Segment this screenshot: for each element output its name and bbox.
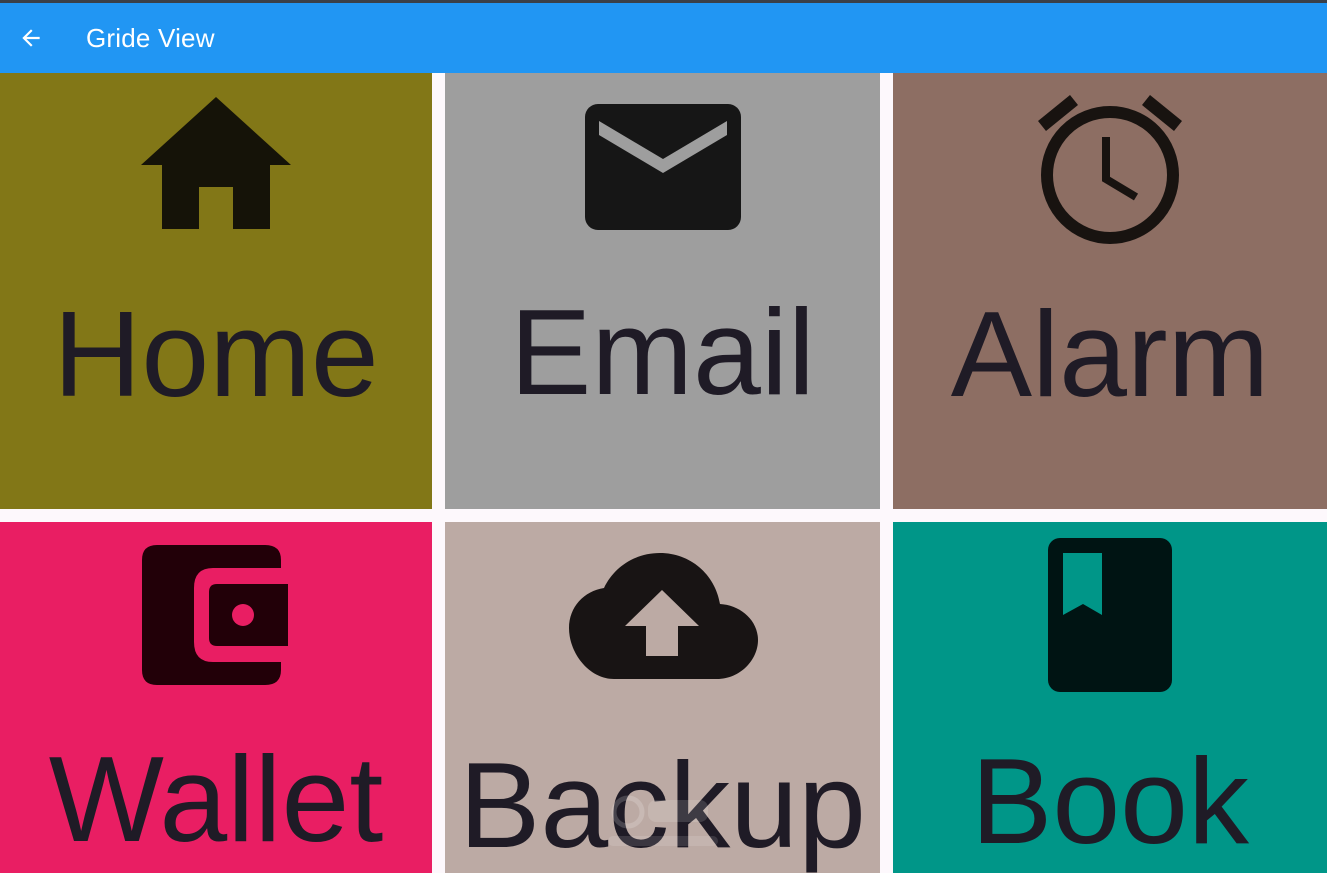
tile-label: Alarm [950, 286, 1270, 422]
grid-view: Home Email Alarm Wallet Backup Book [0, 73, 1327, 873]
tile-alarm[interactable]: Alarm [893, 73, 1327, 509]
app-bar: Gride View [0, 3, 1327, 73]
home-icon [141, 97, 291, 229]
arrow-back-icon [22, 29, 40, 47]
tile-label: Book [970, 733, 1250, 869]
book-icon [1048, 538, 1172, 692]
tile-home[interactable]: Home [0, 73, 432, 509]
tile-book[interactable]: Book [893, 522, 1327, 873]
tile-label: Wallet [48, 731, 384, 867]
cloud-upload-icon [568, 553, 758, 679]
tile-label: Email [509, 284, 816, 420]
tile-email[interactable]: Email [445, 73, 880, 509]
email-icon [584, 104, 741, 230]
wallet-icon [142, 545, 288, 685]
back-button[interactable] [16, 23, 46, 53]
alarm-icon [1038, 95, 1182, 244]
app-title: Gride View [86, 22, 215, 53]
tile-label: Backup [459, 737, 866, 873]
tile-backup[interactable]: Backup [445, 522, 880, 873]
tile-label: Home [53, 286, 379, 422]
tile-wallet[interactable]: Wallet [0, 522, 432, 873]
